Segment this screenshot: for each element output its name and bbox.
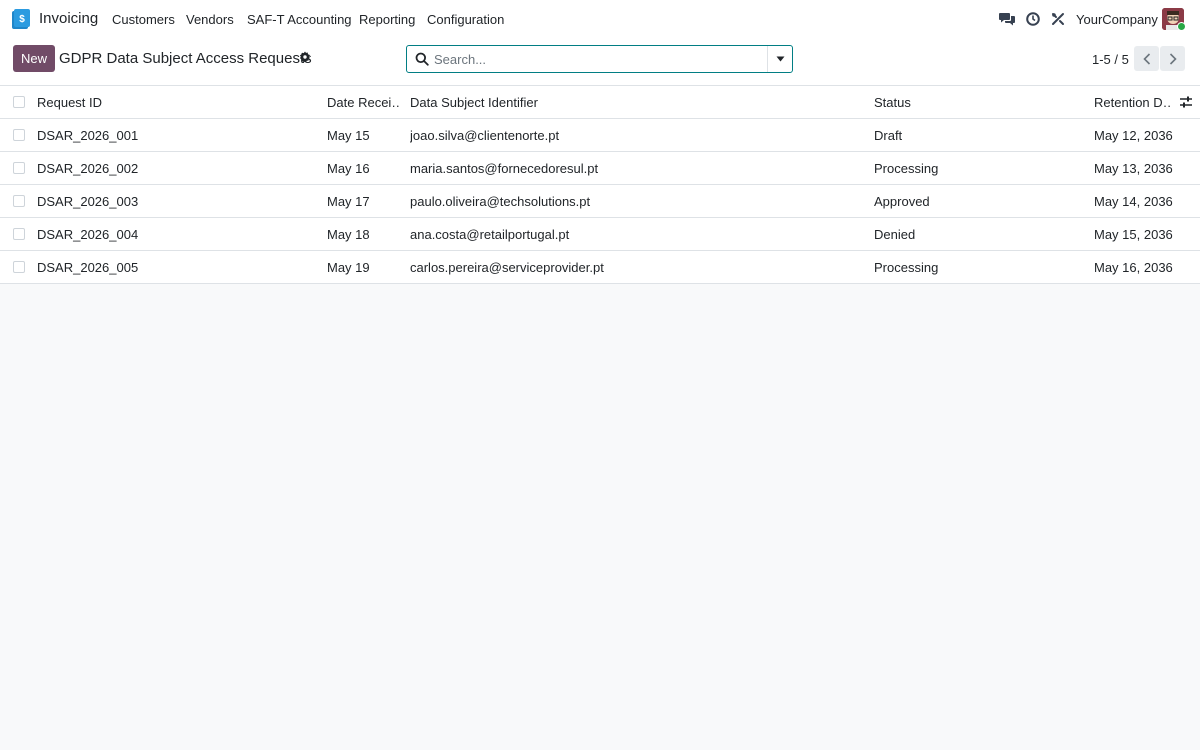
cell-data-subject-identifier: ana.costa@retailportugal.pt xyxy=(410,227,570,242)
cell-request-id: DSAR_2026_003 xyxy=(37,194,139,209)
cell-retention-date: May 15, 2036 xyxy=(1094,227,1173,242)
cell-request-id: DSAR_2026_001 xyxy=(37,128,139,143)
cell-data-subject-identifier: joao.silva@clientenorte.pt xyxy=(410,128,560,143)
row-checkbox[interactable] xyxy=(13,228,25,240)
cell-status: Processing xyxy=(874,260,939,275)
table-row[interactable]: DSAR_2026_003 May 17 paulo.oliveira@tech… xyxy=(0,185,1200,218)
table-header-row: Request ID Date Recei… Data Subject Iden… xyxy=(0,86,1200,119)
tools-icon[interactable] xyxy=(1049,10,1067,28)
app-icon[interactable]: $ xyxy=(12,9,30,29)
online-status-indicator xyxy=(1177,22,1186,31)
cell-retention-date: May 14, 2036 xyxy=(1094,194,1173,209)
row-checkbox[interactable] xyxy=(13,261,25,273)
column-header-data-subject-identifier[interactable]: Data Subject Identifier xyxy=(410,95,850,110)
select-all-checkbox[interactable] xyxy=(13,96,25,108)
row-checkbox[interactable] xyxy=(13,129,25,141)
cell-retention-date: May 12, 2036 xyxy=(1094,128,1173,143)
cell-request-id: DSAR_2026_004 xyxy=(37,227,139,242)
cell-date-received: May 15 xyxy=(327,128,370,143)
top-navbar: $ Invoicing Customers Vendors SAF-T Acco… xyxy=(0,0,1200,38)
chevron-right-icon xyxy=(1169,52,1177,65)
search-options-toggle[interactable] xyxy=(767,46,792,72)
cell-retention-date: May 13, 2036 xyxy=(1094,161,1173,176)
cell-data-subject-identifier: maria.santos@fornecedoresul.pt xyxy=(410,161,599,176)
column-header-retention-date[interactable]: Retention D… xyxy=(1094,95,1172,110)
search-bar xyxy=(406,45,793,73)
nav-item-vendors[interactable]: Vendors xyxy=(186,12,234,27)
cell-status: Approved xyxy=(874,194,930,209)
table-row[interactable]: DSAR_2026_001 May 15 joao.silva@clienten… xyxy=(0,119,1200,152)
cell-request-id: DSAR_2026_002 xyxy=(37,161,139,176)
cell-status: Denied xyxy=(874,227,916,242)
search-icon xyxy=(415,52,429,66)
cell-status: Draft xyxy=(874,128,903,143)
chat-icon[interactable] xyxy=(998,10,1016,28)
control-panel: New GDPR Data Subject Access Requests 1-… xyxy=(0,38,1200,86)
cell-status: Processing xyxy=(874,161,939,176)
nav-item-reporting[interactable]: Reporting xyxy=(359,12,415,27)
svg-text:$: $ xyxy=(19,14,25,25)
cell-date-received: May 18 xyxy=(327,227,370,242)
table-row[interactable]: DSAR_2026_005 May 19 carlos.pereira@serv… xyxy=(0,251,1200,284)
caret-down-icon xyxy=(776,56,784,62)
cell-request-id: DSAR_2026_005 xyxy=(37,260,139,275)
column-header-request-id[interactable]: Request ID xyxy=(37,95,317,110)
new-button[interactable]: New xyxy=(13,45,55,72)
column-header-status[interactable]: Status xyxy=(874,95,1074,110)
cell-data-subject-identifier: paulo.oliveira@techsolutions.pt xyxy=(410,194,591,209)
page-title: GDPR Data Subject Access Requests xyxy=(59,50,312,67)
column-header-date-received[interactable]: Date Recei… xyxy=(327,95,399,110)
company-switcher[interactable]: YourCompany xyxy=(1076,12,1158,27)
pager-next-button[interactable] xyxy=(1160,46,1185,71)
gear-icon[interactable] xyxy=(299,51,311,63)
nav-item-configuration[interactable]: Configuration xyxy=(427,12,504,27)
row-checkbox[interactable] xyxy=(13,162,25,174)
nav-item-customers[interactable]: Customers xyxy=(112,12,175,27)
chevron-left-icon xyxy=(1142,52,1150,65)
cell-data-subject-identifier: carlos.pereira@serviceprovider.pt xyxy=(410,260,604,275)
table-row[interactable]: DSAR_2026_004 May 18 ana.costa@retailpor… xyxy=(0,218,1200,251)
nav-item-saft-accounting[interactable]: SAF-T Accounting xyxy=(247,12,352,27)
table-row[interactable]: DSAR_2026_002 May 16 maria.santos@fornec… xyxy=(0,152,1200,185)
cell-date-received: May 19 xyxy=(327,260,370,275)
pager-previous-button[interactable] xyxy=(1134,46,1159,71)
column-settings-icon[interactable] xyxy=(1179,95,1193,109)
search-input[interactable] xyxy=(434,49,764,69)
clock-icon[interactable] xyxy=(1024,10,1042,28)
cell-date-received: May 17 xyxy=(327,194,370,209)
row-checkbox[interactable] xyxy=(13,195,25,207)
pager-value[interactable]: 1-5 / 5 xyxy=(1092,52,1129,67)
cell-date-received: May 16 xyxy=(327,161,370,176)
app-name[interactable]: Invoicing xyxy=(39,10,98,27)
cell-retention-date: May 16, 2036 xyxy=(1094,260,1173,275)
